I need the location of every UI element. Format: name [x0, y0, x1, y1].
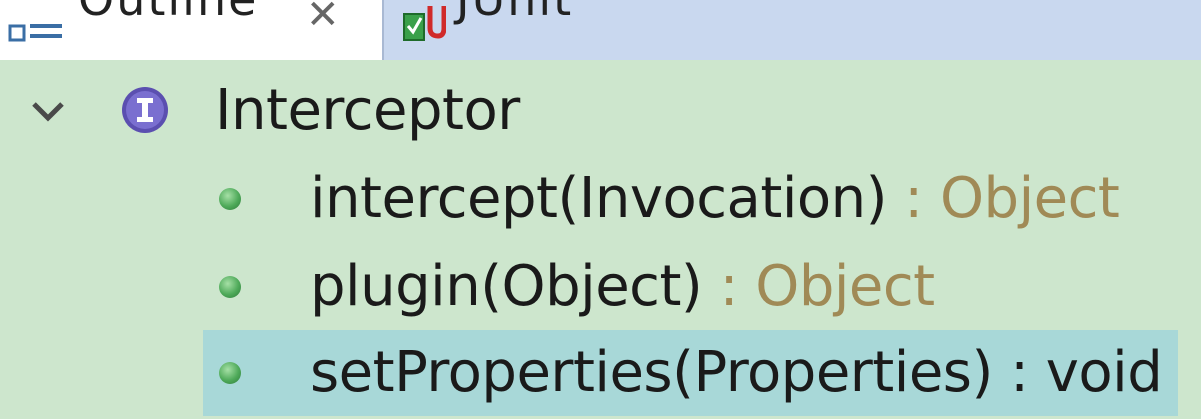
public-method-icon [219, 188, 241, 210]
method-signature: setProperties(Properties) : void [310, 330, 1163, 416]
method-separator: : [702, 254, 756, 319]
tab-outline[interactable]: Outline ✕ [0, 0, 380, 60]
tree-item-setproperties-selected[interactable]: setProperties(Properties) : void [203, 330, 1178, 416]
tree-item-label: Interceptor [215, 78, 520, 143]
public-method-icon [219, 362, 241, 384]
view-tab-strip: Outline ✕ JUnit [0, 0, 1201, 60]
tab-outline-label: Outline [78, 0, 258, 22]
method-separator: : [992, 340, 1046, 405]
method-return-type: Object [755, 254, 935, 319]
method-signature: plugin(Object) : Object [310, 244, 935, 330]
close-icon[interactable]: ✕ [306, 0, 340, 38]
method-return-type: Object [939, 166, 1120, 231]
outline-icon [8, 24, 62, 42]
chevron-down-icon[interactable] [30, 98, 66, 124]
method-return-type: void [1045, 340, 1163, 405]
method-name: plugin(Object) [310, 254, 703, 319]
public-method-icon [219, 276, 241, 298]
tab-junit-label: JUnit [456, 0, 573, 22]
method-name: setProperties(Properties) [310, 340, 993, 405]
interface-icon [122, 87, 168, 133]
tree-item-plugin[interactable]: plugin(Object) : Object [0, 244, 1201, 330]
method-signature: intercept(Invocation) : Object [310, 156, 1120, 242]
method-separator: : [886, 166, 940, 231]
tree-item-intercept[interactable]: intercept(Invocation) : Object [0, 156, 1201, 242]
tree-item-interceptor[interactable]: Interceptor [0, 68, 1201, 154]
tab-junit[interactable]: JUnit [382, 0, 1201, 60]
junit-icon [403, 6, 446, 41]
outline-tree: Interceptor intercept(Invocation) : Obje… [0, 60, 1201, 419]
method-name: intercept(Invocation) [310, 166, 887, 231]
